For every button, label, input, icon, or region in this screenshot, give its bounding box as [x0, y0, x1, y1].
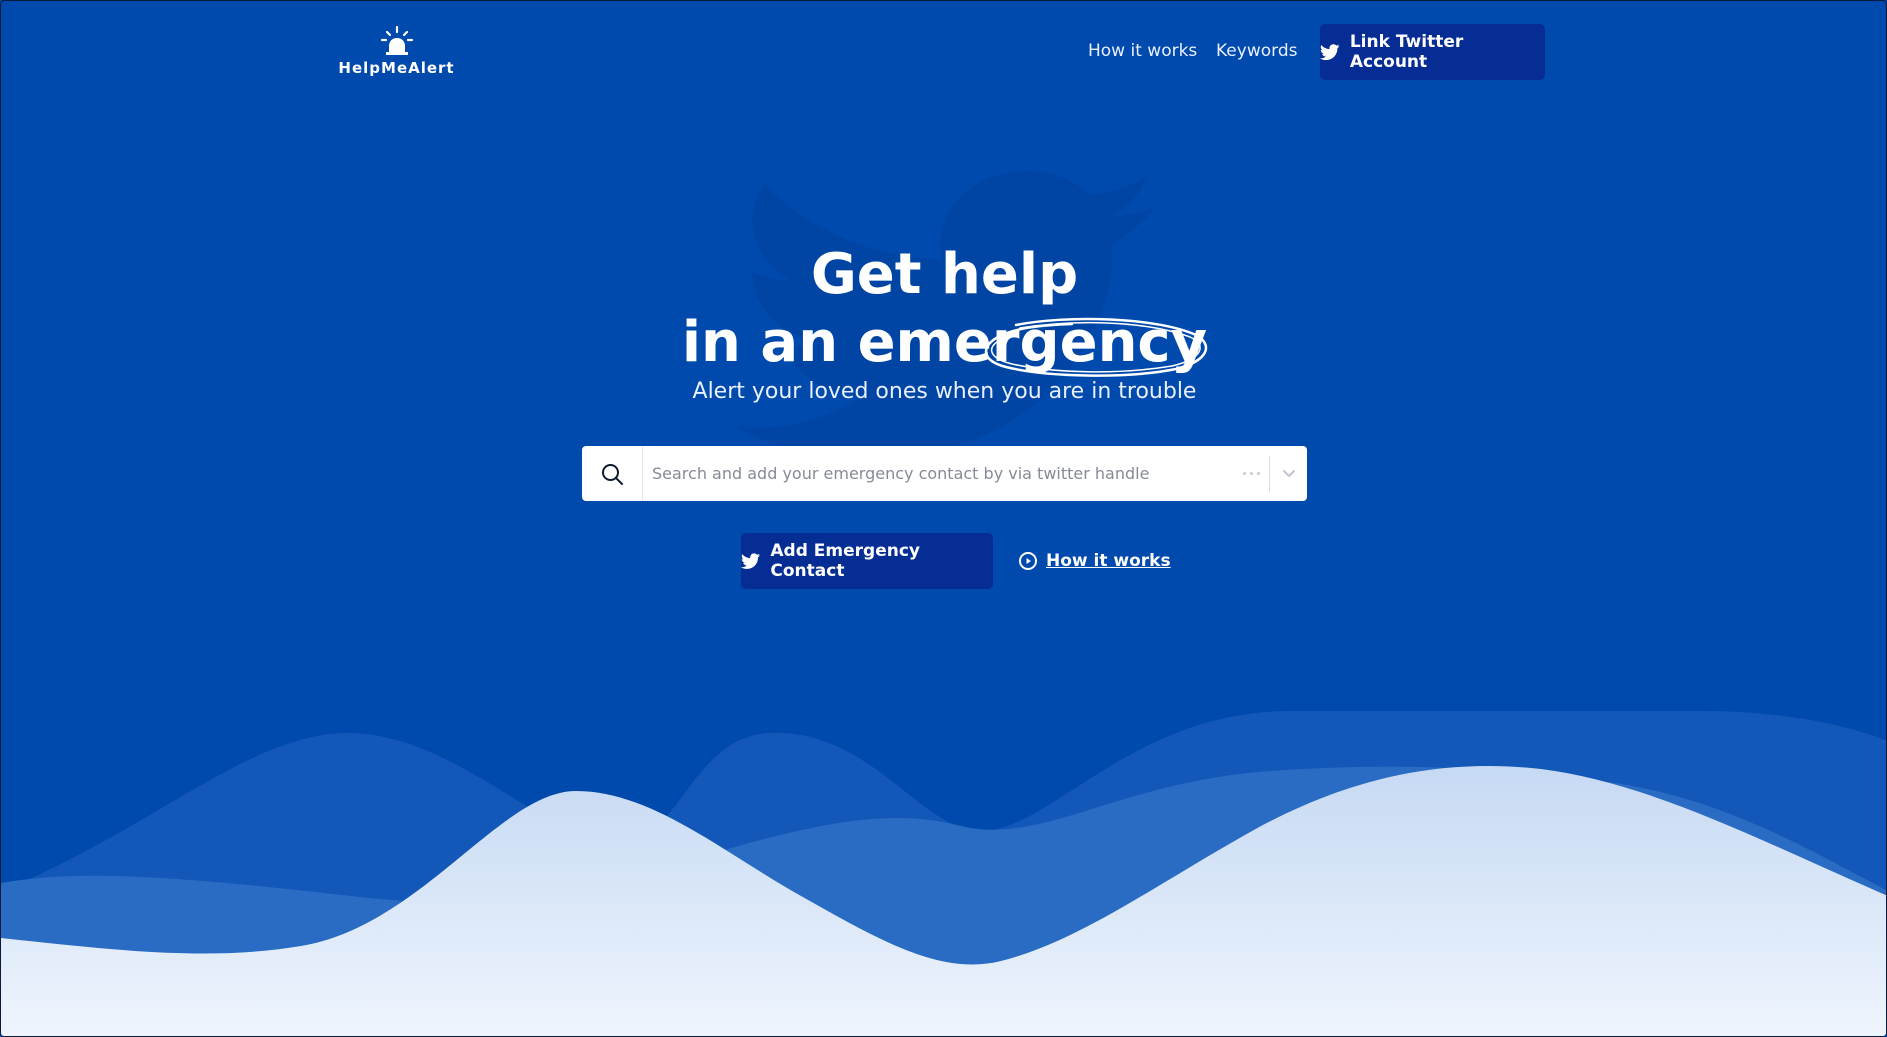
- how-it-works-video-link[interactable]: How it works: [1018, 551, 1171, 571]
- add-emergency-contact-button[interactable]: Add Emergency Contact: [741, 533, 993, 589]
- search-icon: [602, 463, 623, 485]
- decorative-waves: [1, 710, 1886, 1036]
- brand-name: HelpMeAlert: [338, 59, 455, 77]
- chevron-down-icon: [1282, 469, 1295, 477]
- contact-search-input[interactable]: [643, 446, 1233, 501]
- brand-logo[interactable]: HelpMeAlert: [338, 25, 454, 81]
- siren-alert-icon: [380, 25, 413, 55]
- dropdown-toggle-button[interactable]: [1270, 446, 1307, 501]
- how-it-works-label: How it works: [1046, 551, 1171, 571]
- play-circle-icon: [1019, 552, 1037, 570]
- page-frame: HelpMeAlert How it works Keywords Link T…: [0, 0, 1887, 1037]
- link-twitter-account-button[interactable]: Link Twitter Account: [1320, 24, 1545, 80]
- twitter-icon: [741, 552, 761, 569]
- nav-how-it-works-link[interactable]: How it works: [1088, 41, 1197, 61]
- hero-subtitle: Alert your loved ones when you are in tr…: [692, 379, 1197, 404]
- loading-indicator: [1233, 472, 1269, 475]
- contact-search-box: [582, 446, 1307, 501]
- scribble-circle-decoration: [985, 317, 1208, 377]
- link-twitter-account-label: Link Twitter Account: [1349, 32, 1464, 72]
- search-button[interactable]: [582, 446, 643, 501]
- nav-keywords-link[interactable]: Keywords: [1216, 41, 1297, 61]
- hero-title-line-2: in an emergency: [681, 310, 1208, 375]
- add-emergency-contact-label: Add Emergency Contact: [770, 541, 921, 581]
- hero-title-line-1: Get help: [810, 242, 1079, 307]
- twitter-icon: [1320, 43, 1340, 60]
